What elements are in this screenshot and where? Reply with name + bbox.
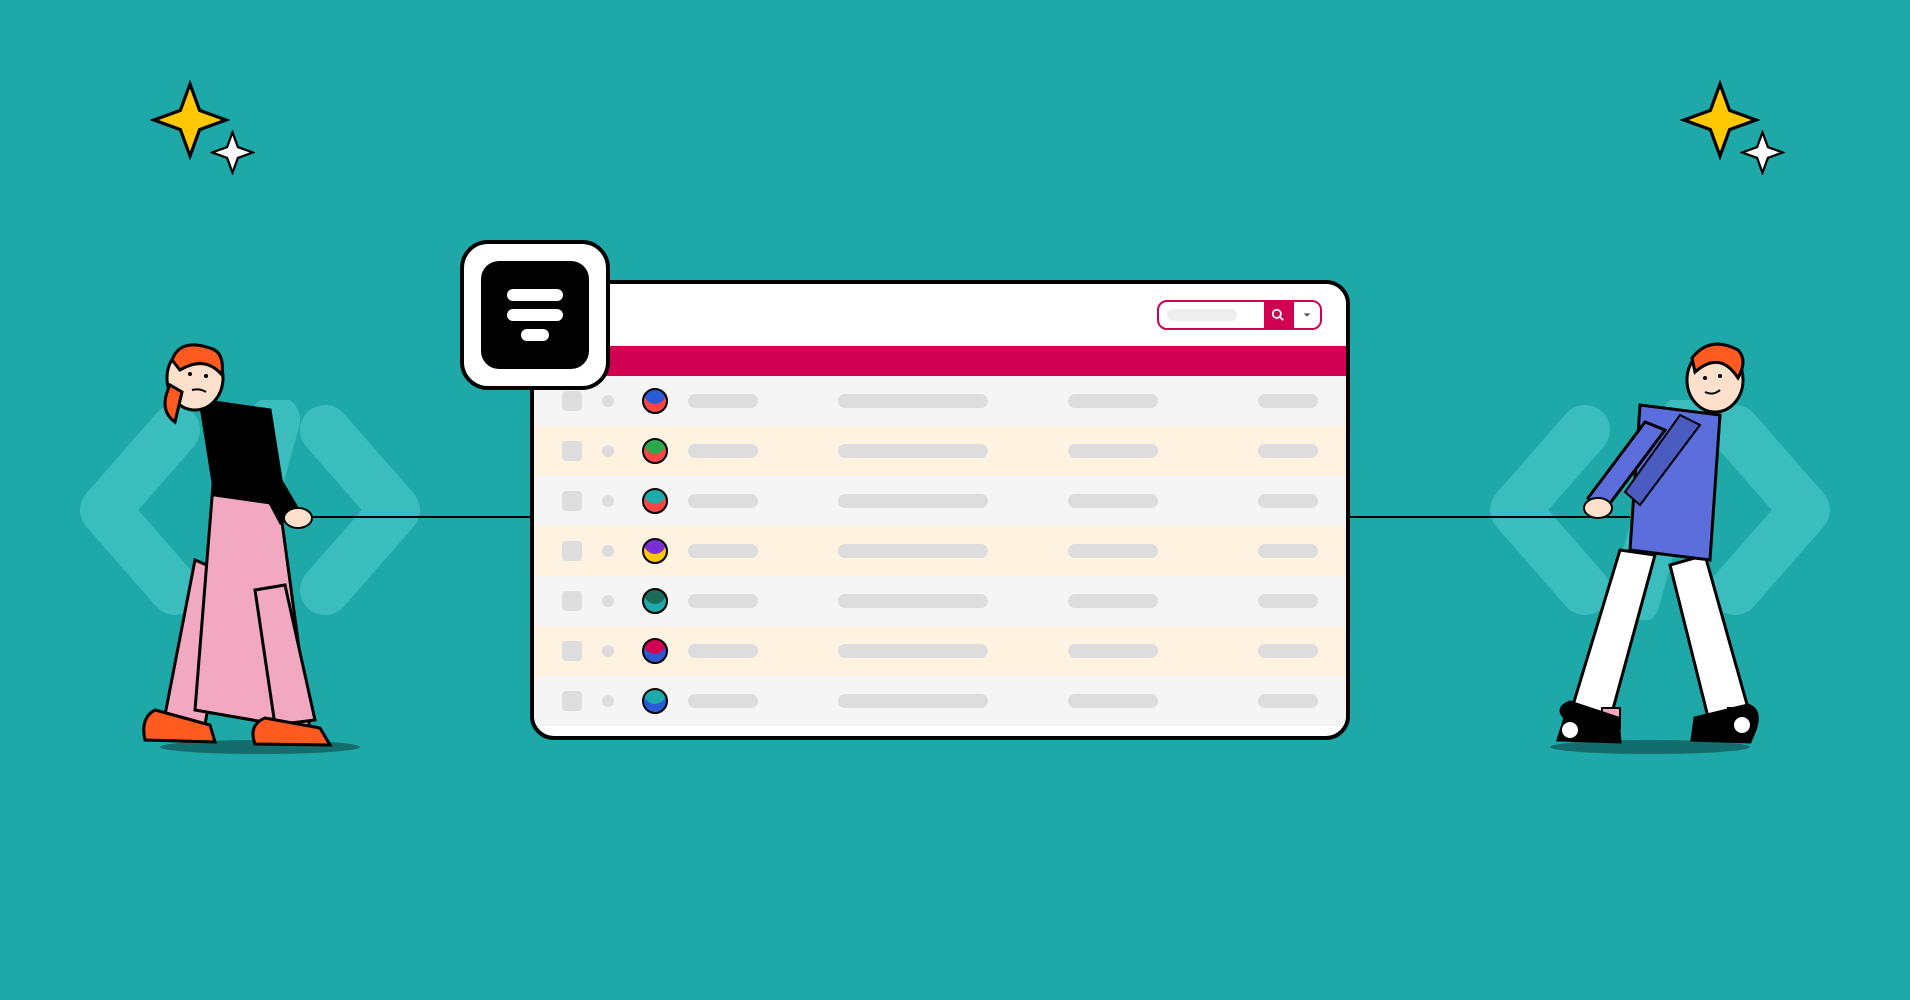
cell-placeholder (1068, 544, 1158, 558)
cell-placeholder (1258, 494, 1318, 508)
search-button[interactable] (1264, 302, 1292, 328)
cell-placeholder (688, 444, 758, 458)
cell-placeholder (1068, 694, 1158, 708)
equals-logo-icon (481, 261, 589, 369)
avatar (642, 488, 668, 514)
cell-placeholder (838, 694, 988, 708)
sparkle-group-left (150, 80, 230, 165)
cell-placeholder (838, 394, 988, 408)
row-status-dot (602, 695, 614, 707)
row-checkbox[interactable] (562, 391, 582, 411)
chevron-down-icon (1302, 310, 1312, 320)
star-small-icon (1740, 130, 1785, 175)
cell-placeholder (688, 494, 758, 508)
table-row[interactable] (534, 526, 1346, 576)
cell-placeholder (1258, 444, 1318, 458)
person-right-illustration (1510, 330, 1790, 750)
row-status-dot (602, 395, 614, 407)
avatar (642, 638, 668, 664)
search-input[interactable] (1159, 309, 1264, 321)
app-logo-badge (460, 240, 610, 390)
star-small-icon (210, 130, 255, 175)
table-row[interactable] (534, 426, 1346, 476)
avatar (642, 438, 668, 464)
row-status-dot (602, 495, 614, 507)
row-checkbox[interactable] (562, 491, 582, 511)
table-row[interactable] (534, 376, 1346, 426)
cell-placeholder (838, 644, 988, 658)
table-row[interactable] (534, 476, 1346, 526)
avatar (642, 388, 668, 414)
cell-placeholder (1068, 644, 1158, 658)
cell-placeholder (688, 694, 758, 708)
cell-placeholder (1068, 594, 1158, 608)
search-dropdown-button[interactable] (1292, 302, 1320, 328)
app-window (530, 280, 1350, 740)
cell-placeholder (838, 444, 988, 458)
cell-placeholder (838, 594, 988, 608)
avatar (642, 688, 668, 714)
table-body (534, 376, 1346, 726)
avatar (642, 538, 668, 564)
row-status-dot (602, 445, 614, 457)
row-status-dot (602, 645, 614, 657)
search-icon (1271, 308, 1285, 322)
row-checkbox[interactable] (562, 441, 582, 461)
cell-placeholder (688, 394, 758, 408)
cell-placeholder (1258, 694, 1318, 708)
person-left-illustration (120, 330, 400, 750)
row-checkbox[interactable] (562, 591, 582, 611)
cell-placeholder (1258, 594, 1318, 608)
cell-placeholder (688, 594, 758, 608)
cell-placeholder (1068, 394, 1158, 408)
sparkle-group-right (1680, 80, 1760, 165)
cell-placeholder (838, 544, 988, 558)
cell-placeholder (1068, 494, 1158, 508)
cell-placeholder (688, 644, 758, 658)
cell-placeholder (838, 494, 988, 508)
cell-placeholder (1068, 444, 1158, 458)
row-checkbox[interactable] (562, 641, 582, 661)
table-header-row (534, 346, 1346, 376)
window-toolbar (534, 284, 1346, 346)
row-status-dot (602, 545, 614, 557)
cell-placeholder (688, 544, 758, 558)
row-status-dot (602, 595, 614, 607)
cell-placeholder (1258, 544, 1318, 558)
cell-placeholder (1258, 394, 1318, 408)
row-checkbox[interactable] (562, 541, 582, 561)
cell-placeholder (1258, 644, 1318, 658)
search-box[interactable] (1157, 300, 1322, 330)
table-row[interactable] (534, 626, 1346, 676)
table-row[interactable] (534, 576, 1346, 626)
table-row[interactable] (534, 676, 1346, 726)
avatar (642, 588, 668, 614)
row-checkbox[interactable] (562, 691, 582, 711)
